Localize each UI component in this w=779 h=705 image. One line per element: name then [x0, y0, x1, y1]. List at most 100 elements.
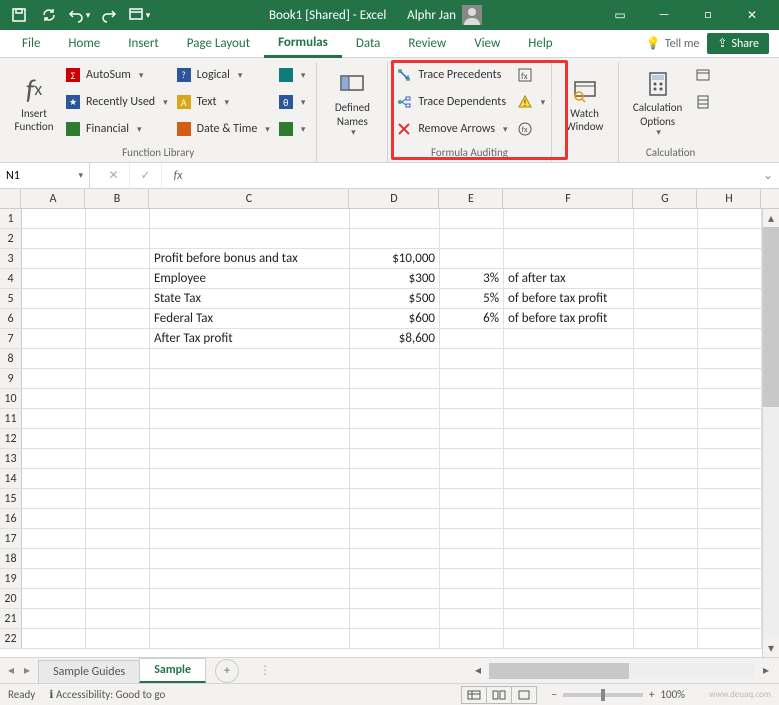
cell[interactable]: [698, 309, 762, 329]
row-header[interactable]: 14: [0, 469, 22, 489]
cell[interactable]: [440, 429, 504, 449]
cell[interactable]: [698, 229, 762, 249]
row-header[interactable]: 7: [0, 329, 22, 349]
new-sheet-button[interactable]: +: [215, 659, 239, 683]
cell[interactable]: [440, 209, 504, 229]
cell[interactable]: [86, 569, 150, 589]
cell[interactable]: [504, 449, 634, 469]
calculation-options-button[interactable]: Calculation Options ▾: [625, 62, 691, 144]
cell[interactable]: [22, 209, 86, 229]
zoom-level[interactable]: 100%: [660, 688, 685, 701]
watch-window-button[interactable]: Watch Window: [558, 62, 612, 144]
cell[interactable]: [504, 409, 634, 429]
cell[interactable]: [698, 489, 762, 509]
cell[interactable]: [22, 309, 86, 329]
cell[interactable]: [86, 529, 150, 549]
cell[interactable]: [150, 449, 350, 469]
cell[interactable]: $500: [350, 289, 440, 309]
row-header[interactable]: 17: [0, 529, 22, 549]
cell[interactable]: [350, 609, 440, 629]
cell[interactable]: [698, 449, 762, 469]
tab-file[interactable]: File: [8, 30, 54, 58]
redo-button[interactable]: [96, 3, 122, 27]
column-header[interactable]: E: [439, 189, 503, 209]
cell[interactable]: of after tax: [504, 269, 634, 289]
cell[interactable]: [22, 329, 86, 349]
cell[interactable]: [634, 589, 698, 609]
customize-qat-icon[interactable]: ▾: [126, 3, 152, 27]
minimize-button[interactable]: —: [643, 1, 685, 29]
cell[interactable]: [634, 349, 698, 369]
cell[interactable]: [22, 489, 86, 509]
cell[interactable]: Employee: [150, 269, 350, 289]
scroll-up-icon[interactable]: ▴: [763, 209, 779, 227]
cell[interactable]: [698, 509, 762, 529]
cell[interactable]: [698, 289, 762, 309]
column-header[interactable]: F: [503, 189, 633, 209]
cell[interactable]: [86, 609, 150, 629]
cell[interactable]: [150, 549, 350, 569]
cell[interactable]: [504, 609, 634, 629]
cell[interactable]: [350, 549, 440, 569]
cell[interactable]: [504, 209, 634, 229]
cell[interactable]: [634, 629, 698, 649]
cell[interactable]: of before tax profit: [504, 289, 634, 309]
cell[interactable]: [86, 349, 150, 369]
tab-page-layout[interactable]: Page Layout: [173, 30, 264, 58]
next-sheet-icon[interactable]: ▸: [24, 663, 30, 678]
row-header[interactable]: 9: [0, 369, 22, 389]
math-button[interactable]: θ▾: [277, 89, 311, 115]
cell[interactable]: [634, 489, 698, 509]
cell[interactable]: [350, 349, 440, 369]
cell[interactable]: [22, 549, 86, 569]
tab-insert[interactable]: Insert: [114, 30, 173, 58]
tell-me[interactable]: 💡Tell me: [646, 36, 699, 51]
cell[interactable]: 3%: [440, 269, 504, 289]
cell[interactable]: [698, 209, 762, 229]
zoom-in-button[interactable]: +: [649, 688, 654, 701]
calculate-sheet-button[interactable]: [693, 89, 717, 115]
cell[interactable]: [634, 289, 698, 309]
enter-formula-icon[interactable]: ✓: [130, 163, 162, 188]
tab-review[interactable]: Review: [394, 30, 460, 58]
cell[interactable]: [698, 269, 762, 289]
cell[interactable]: [698, 609, 762, 629]
maximize-button[interactable]: □: [687, 1, 729, 29]
column-header[interactable]: G: [633, 189, 697, 209]
cell[interactable]: [698, 249, 762, 269]
cell[interactable]: [150, 229, 350, 249]
cell[interactable]: [440, 409, 504, 429]
cell[interactable]: [22, 229, 86, 249]
cell[interactable]: [504, 229, 634, 249]
cell[interactable]: [86, 549, 150, 569]
cell[interactable]: [22, 449, 86, 469]
cell[interactable]: [22, 349, 86, 369]
sheet-tab-sample-guides[interactable]: Sample Guides: [38, 660, 140, 683]
page-layout-view-icon[interactable]: [486, 686, 512, 704]
column-header[interactable]: A: [21, 189, 85, 209]
defined-names-button[interactable]: Defined Names ▾: [323, 62, 381, 144]
tab-help[interactable]: Help: [514, 30, 566, 58]
cell[interactable]: [504, 389, 634, 409]
cell[interactable]: [440, 569, 504, 589]
cell[interactable]: [150, 409, 350, 429]
cell[interactable]: [504, 489, 634, 509]
sheet-nav[interactable]: ◂▸: [0, 663, 38, 678]
cell[interactable]: [86, 209, 150, 229]
cell[interactable]: State Tax: [150, 289, 350, 309]
cell[interactable]: [440, 589, 504, 609]
trace-dependents-button[interactable]: Trace Dependents: [394, 89, 512, 115]
cell[interactable]: [504, 469, 634, 489]
cell[interactable]: [440, 389, 504, 409]
cell[interactable]: [150, 609, 350, 629]
cell[interactable]: [634, 529, 698, 549]
cell[interactable]: [350, 489, 440, 509]
tab-data[interactable]: Data: [342, 30, 395, 58]
horizontal-scrollbar[interactable]: ◂ ▸: [469, 662, 779, 680]
cell[interactable]: [504, 369, 634, 389]
cell[interactable]: [634, 549, 698, 569]
row-header[interactable]: 10: [0, 389, 22, 409]
column-header[interactable]: D: [349, 189, 439, 209]
cell[interactable]: [350, 209, 440, 229]
expand-formula-bar-icon[interactable]: ⌄: [757, 168, 779, 183]
